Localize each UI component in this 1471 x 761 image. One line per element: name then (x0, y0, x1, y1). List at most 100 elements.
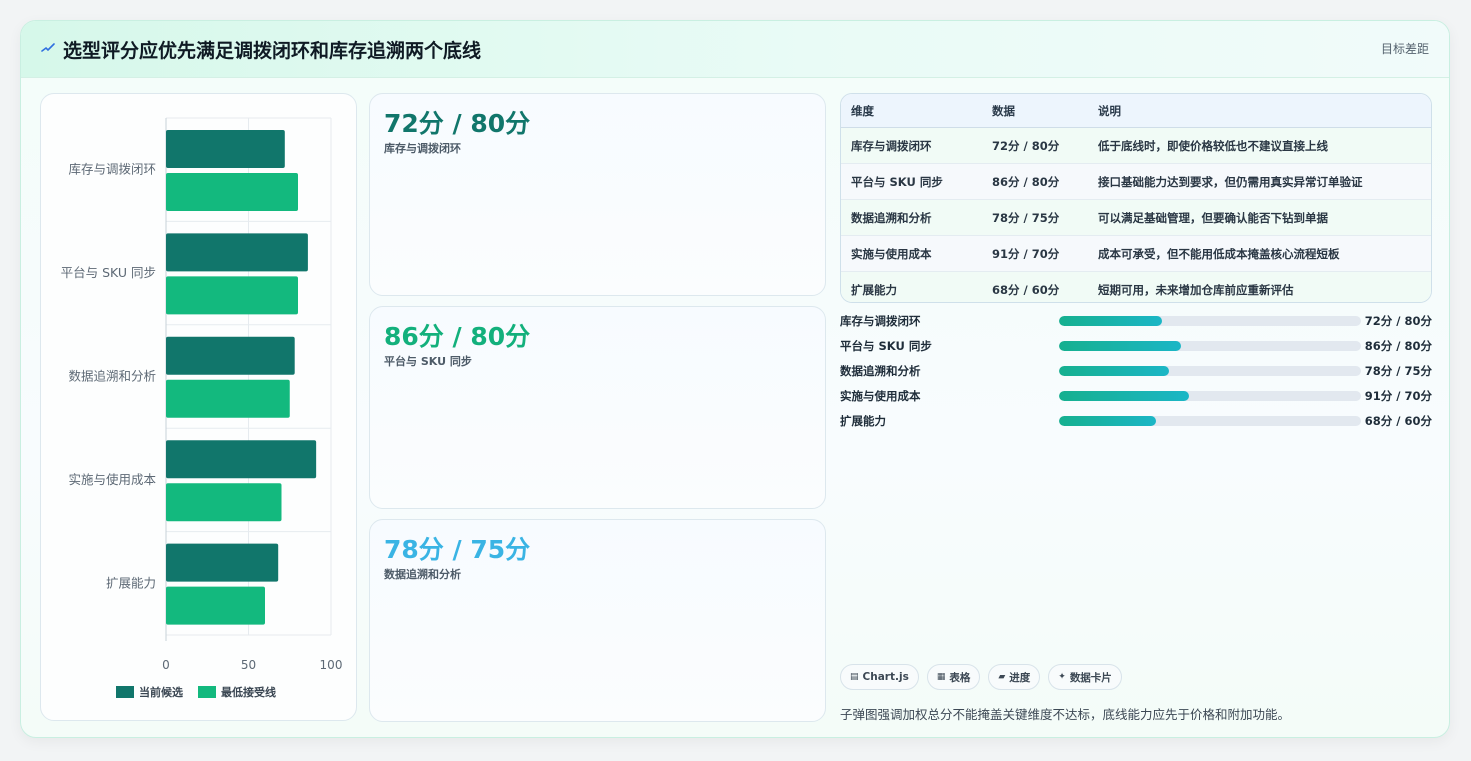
stat-label: 数据追溯和分析 (384, 568, 461, 581)
bar (166, 379, 290, 418)
table-cell: 78分 / 75分 (982, 199, 1088, 236)
tag-label: 进度 (1009, 671, 1031, 684)
progress-row: 数据追溯和分析 78分 / 75分 (840, 363, 1432, 388)
legend-label: 当前候选 (139, 685, 183, 699)
progress-value: 91分 / 70分 (1364, 389, 1432, 403)
bar (166, 586, 265, 625)
table-cell: 可以满足基础管理，但要确认能否下钻到单据 (1088, 199, 1431, 236)
progress-row: 平台与 SKU 同步 86分 / 80分 (840, 338, 1432, 363)
x-tick-label: 100 (320, 658, 343, 672)
data-table: 维度 数据 说明 库存与调拨闭环 72分 / 80分 低于底线时，即使价格较低也… (840, 93, 1432, 303)
table-cell: 实施与使用成本 (841, 235, 982, 272)
table-cell: 86分 / 80分 (982, 163, 1088, 200)
tag-progress[interactable]: ▰ 进度 (988, 664, 1041, 690)
progress-row: 实施与使用成本 91分 / 70分 (840, 388, 1432, 413)
bar (166, 173, 298, 211)
progress-track (1059, 316, 1361, 326)
table-icon: ▦ (936, 672, 946, 682)
progress-row: 扩展能力 68分 / 60分 (840, 413, 1432, 438)
progress-fill (1059, 391, 1189, 401)
stat-card: 86分 / 80分 平台与 SKU 同步 (369, 306, 826, 509)
progress-fill (1059, 316, 1162, 326)
column-header: 说明 (1088, 94, 1431, 128)
tag-chartjs[interactable]: ▤ Chart.js (840, 664, 919, 690)
table-cell: 72分 / 80分 (982, 127, 1088, 164)
bar (166, 336, 295, 375)
bar (166, 543, 279, 582)
progress-value: 68分 / 60分 (1364, 414, 1432, 428)
tag-list: ▤ Chart.js ▦ 表格 ▰ 进度 ✦ 数据卡片 (840, 664, 1122, 690)
chart-icon: ▤ (850, 672, 859, 682)
header: 选型评分应优先满足调拨闭环和库存追溯两个底线 目标差距 (21, 21, 1449, 78)
bar (166, 130, 285, 168)
legend-swatch (116, 686, 134, 698)
table-cell: 平台与 SKU 同步 (841, 163, 982, 200)
table-cell: 接口基础能力达到要求，但仍需用真实异常订单验证 (1088, 163, 1431, 200)
progress-value: 78分 / 75分 (1364, 364, 1432, 378)
bar (166, 276, 298, 315)
table-cell: 库存与调拨闭环 (841, 127, 982, 164)
tag-data-card[interactable]: ✦ 数据卡片 (1048, 664, 1122, 690)
tag-label: Chart.js (862, 671, 909, 683)
stat-label: 平台与 SKU 同步 (384, 355, 472, 368)
progress-label: 实施与使用成本 (840, 389, 921, 403)
progress-value: 72分 / 80分 (1364, 314, 1432, 328)
target-gap-label[interactable]: 目标差距 (1381, 40, 1429, 57)
bar-chart: 库存与调拨闭环平台与 SKU 同步数据追溯和分析实施与使用成本扩展能力 0 50 10… (61, 117, 343, 699)
progress-row: 库存与调拨闭环 72分 / 80分 (840, 313, 1432, 338)
progress-label: 库存与调拨闭环 (840, 314, 921, 328)
table-cell: 成本可承受，但不能用低成本掩盖核心流程短板 (1088, 235, 1431, 272)
card-icon: ✦ (1058, 672, 1066, 682)
tag-label: 表格 (949, 671, 971, 684)
tag-label: 数据卡片 (1069, 671, 1112, 684)
progress-fill (1059, 341, 1182, 351)
progress-track (1059, 366, 1361, 376)
x-tick-label: 0 (162, 658, 170, 672)
table-row: 平台与 SKU 同步 86分 / 80分 接口基础能力达到要求，但仍需用真实异常… (841, 163, 1431, 200)
y-tick-label: 数据追溯和分析 (68, 369, 156, 384)
y-tick-label: 平台与 SKU 同步 (61, 265, 156, 280)
pulse-icon (41, 43, 55, 52)
stat-card: 78分 / 75分 数据追溯和分析 (369, 519, 826, 722)
y-tick-label: 扩展能力 (106, 575, 156, 590)
table-cell: 低于底线时，即使价格较低也不建议直接上线 (1088, 127, 1431, 164)
table-cell: 扩展能力 (841, 271, 982, 302)
table-row: 库存与调拨闭环 72分 / 80分 低于底线时，即使价格较低也不建议直接上线 (841, 127, 1431, 164)
progress-label: 平台与 SKU 同步 (840, 339, 932, 353)
table-row: 扩展能力 68分 / 60分 短期可用，未来增加仓库前应重新评估 (841, 271, 1431, 302)
table-cell: 短期可用，未来增加仓库前应重新评估 (1088, 271, 1431, 302)
bar (166, 440, 317, 479)
table-header-row: 维度 数据 说明 (841, 94, 1431, 128)
tag-table[interactable]: ▦ 表格 (926, 664, 981, 690)
bar (166, 483, 282, 522)
progress-label: 扩展能力 (840, 414, 886, 428)
bar-chart-panel: 库存与调拨闭环 平台与 SKU 同步 数据追溯和分析 实施与使用成本 扩展能力 0 50 10… (40, 93, 357, 721)
progress-fill (1059, 416, 1156, 426)
progress-label: 数据追溯和分析 (840, 364, 921, 378)
progress-track (1059, 341, 1361, 351)
legend-swatch (198, 686, 216, 698)
stat-value: 72分 / 80分 (384, 109, 531, 138)
stat-value: 78分 / 75分 (384, 535, 531, 564)
bar (166, 233, 308, 272)
column-header: 数据 (982, 94, 1088, 128)
progress-track (1059, 416, 1361, 426)
stat-label: 库存与调拨闭环 (384, 142, 461, 155)
progress-fill (1059, 366, 1170, 376)
progress-icon: ▰ (998, 672, 1006, 682)
x-tick-label: 50 (241, 658, 256, 672)
legend-label: 最低接受线 (221, 685, 276, 699)
table-row: 数据追溯和分析 78分 / 75分 可以满足基础管理，但要确认能否下钻到单据 (841, 199, 1431, 236)
footnote: 子弹图强调加权总分不能掩盖关键维度不达标，底线能力应先于价格和附加功能。 (840, 707, 1291, 722)
stat-value: 86分 / 80分 (384, 322, 531, 351)
stat-card: 72分 / 80分 库存与调拨闭环 (369, 93, 826, 296)
table-row: 实施与使用成本 91分 / 70分 成本可承受，但不能用低成本掩盖核心流程短板 (841, 235, 1431, 272)
progress-list: 库存与调拨闭环 72分 / 80分 平台与 SKU 同步 86分 / 80分 数… (840, 313, 1432, 438)
y-tick-label: 实施与使用成本 (68, 472, 156, 487)
page-title: 选型评分应优先满足调拨闭环和库存追溯两个底线 (63, 40, 482, 62)
progress-value: 86分 / 80分 (1364, 339, 1432, 353)
table-cell: 数据追溯和分析 (841, 199, 982, 236)
progress-track (1059, 391, 1361, 401)
table-cell: 91分 / 70分 (982, 235, 1088, 272)
table-cell: 68分 / 60分 (982, 271, 1088, 302)
